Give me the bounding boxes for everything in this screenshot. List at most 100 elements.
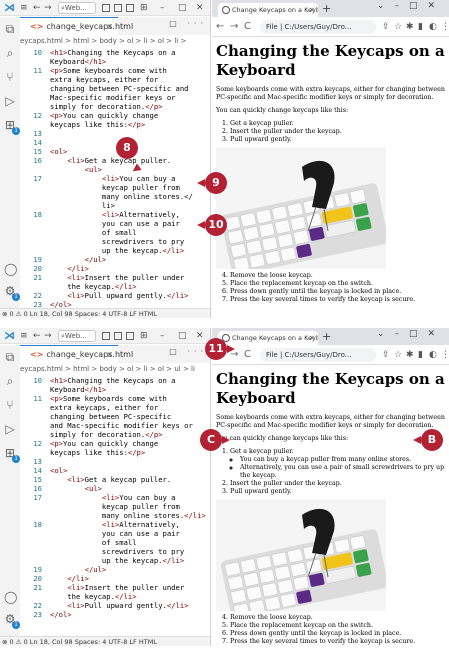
code-line[interactable]: 16 <ul> xyxy=(20,484,210,493)
search-icon[interactable]: ⌕ xyxy=(4,375,16,387)
browser-tab[interactable]: Change Keycaps on a Keyboard× xyxy=(218,3,318,17)
share-icon[interactable]: ⇪ xyxy=(382,20,390,34)
code-line[interactable]: 15 <li>Get a keycap puller. xyxy=(20,475,210,484)
new-tab-icon[interactable]: + xyxy=(322,2,331,15)
forward-icon[interactable]: → xyxy=(230,20,238,34)
account-icon[interactable]: ◯ xyxy=(4,263,17,275)
sidebar-icon[interactable]: ▮ xyxy=(418,348,423,362)
profile-icon[interactable]: ◐ xyxy=(429,348,437,362)
code-line[interactable]: you can use a pair xyxy=(20,529,210,538)
breadcrumb[interactable]: eycaps.html > html > body > ol > li > ol… xyxy=(20,36,210,47)
code-line[interactable]: changing between PC-specific xyxy=(20,412,210,421)
code-line[interactable]: many online stores.</ xyxy=(20,192,210,201)
code-line[interactable]: keycap puller from xyxy=(20,183,210,192)
code-line[interactable]: 21 <li>Insert the puller under xyxy=(20,583,210,592)
close-tab-icon[interactable]: × xyxy=(106,18,113,35)
code-line[interactable]: 16 <li>Get a keycap puller. xyxy=(20,156,210,165)
browser-tab[interactable]: Change Keycaps on a Keyboard× xyxy=(218,331,318,345)
code-line[interactable]: 13 xyxy=(20,129,210,138)
code-line[interactable]: li> xyxy=(20,201,210,210)
profile-icon[interactable]: ◐ xyxy=(429,20,437,34)
code-editor[interactable]: 10 <h1>Changing the Keycaps on a Keyboard<… xyxy=(20,376,210,636)
code-line[interactable]: 23 </ol> xyxy=(20,610,210,619)
code-line[interactable]: up the keycap.</li> xyxy=(20,246,210,255)
editor-actions[interactable]: □ ··· xyxy=(169,19,207,28)
code-line[interactable]: 19 </ul> xyxy=(20,565,210,574)
code-line[interactable]: 14 <ol> xyxy=(20,466,210,475)
bookmark-star-icon[interactable]: ☆ xyxy=(394,348,402,362)
back-icon[interactable]: ← xyxy=(216,20,224,34)
menu-icon[interactable]: ≡ xyxy=(20,2,28,14)
code-line[interactable]: keycap puller from xyxy=(20,502,210,511)
maximize-icon[interactable]: □ xyxy=(178,2,187,14)
code-line[interactable]: 11 <p>Some keyboards come with xyxy=(20,394,210,403)
account-icon[interactable]: ◯ xyxy=(4,591,17,603)
back-arrow-icon[interactable]: ← xyxy=(33,2,41,14)
code-line[interactable]: Mac-specific modifier keys or xyxy=(20,93,210,102)
code-line[interactable]: you can use a pair xyxy=(20,219,210,228)
layout-toggle-icon[interactable] xyxy=(102,332,110,340)
code-line[interactable]: 18 <li>Alternatively, xyxy=(20,210,210,219)
code-line[interactable]: 12 <p>You can quickly change xyxy=(20,439,210,448)
maximize-icon[interactable]: □ xyxy=(178,330,187,342)
forward-arrow-icon[interactable]: → xyxy=(44,330,52,342)
code-line[interactable]: 10 <h1>Changing the Keycaps on a xyxy=(20,376,210,385)
source-control-icon[interactable]: ⑂ xyxy=(4,71,16,83)
editor-tab[interactable]: <> change_keycaps.html × xyxy=(20,345,133,363)
minimize-icon[interactable]: – xyxy=(160,330,165,342)
code-line[interactable]: 10 <h1>Changing the Keycaps on a xyxy=(20,48,210,57)
code-line[interactable]: many online stores.</li> xyxy=(20,511,210,520)
address-bar[interactable]: File | C:/Users/Guy/Dro... xyxy=(260,20,376,34)
code-line[interactable]: 20 </li> xyxy=(20,574,210,583)
minimize-icon[interactable]: – xyxy=(160,2,165,14)
panel-toggle-icon[interactable] xyxy=(114,4,122,12)
code-line[interactable]: 17 <li>You can buy a xyxy=(20,174,210,183)
forward-arrow-icon[interactable]: → xyxy=(44,2,52,14)
code-line[interactable]: screwdrivers to pry xyxy=(20,547,210,556)
code-line[interactable]: of small xyxy=(20,228,210,237)
code-line[interactable]: Keyboard</h1> xyxy=(20,385,210,394)
sidebar-toggle-icon[interactable] xyxy=(126,332,134,340)
code-line[interactable]: 11 <p>Some keyboards come with xyxy=(20,66,210,75)
code-line[interactable]: extra keycaps, either for xyxy=(20,403,210,412)
browser-menu-icon[interactable]: ⋮ xyxy=(441,348,449,362)
editor-actions[interactable]: □ ··· xyxy=(169,347,207,356)
window-controls[interactable]: ⌄–□✕ xyxy=(377,329,445,339)
code-line[interactable]: Keyboard</h1> xyxy=(20,57,210,66)
close-tab-icon[interactable]: × xyxy=(106,346,113,363)
window-controls[interactable]: ⌄–□✕ xyxy=(377,1,445,11)
source-control-icon[interactable]: ⑂ xyxy=(4,399,16,411)
code-line[interactable]: keycaps like this:</p> xyxy=(20,448,210,457)
code-line[interactable]: 21 <li>Insert the puller under xyxy=(20,273,210,282)
customize-layout-icon[interactable]: ⊞ xyxy=(140,330,148,342)
address-bar[interactable]: File | C:/Users/Guy/Dro... xyxy=(260,348,376,362)
browser-menu-icon[interactable]: ⋮ xyxy=(441,20,449,34)
command-search-input[interactable]: ⌕Web... xyxy=(58,2,96,14)
code-line[interactable]: 17 <li>You can buy a xyxy=(20,493,210,502)
sidebar-toggle-icon[interactable] xyxy=(126,4,134,12)
code-line[interactable]: the keycap.</li> xyxy=(20,282,210,291)
reload-icon[interactable]: C xyxy=(244,348,251,362)
code-line[interactable]: 18 <li>Alternatively, xyxy=(20,520,210,529)
code-line[interactable]: keycaps like this:</p> xyxy=(20,120,210,129)
command-search-input[interactable]: ⌕Web... xyxy=(58,330,96,342)
extensions-puzzle-icon[interactable]: ✱ xyxy=(406,20,414,34)
code-line[interactable]: extra keycaps, either for xyxy=(20,75,210,84)
code-editor[interactable]: 10 <h1>Changing the Keycaps on a Keyboard<… xyxy=(20,48,210,309)
share-icon[interactable]: ⇪ xyxy=(382,348,390,362)
code-line[interactable]: 13 xyxy=(20,457,210,466)
bookmark-star-icon[interactable]: ☆ xyxy=(394,20,402,34)
panel-toggle-icon[interactable] xyxy=(114,332,122,340)
sidebar-icon[interactable]: ▮ xyxy=(418,20,423,34)
run-debug-icon[interactable]: ▷ xyxy=(4,95,16,107)
explorer-icon[interactable]: ⧉ xyxy=(4,351,16,363)
code-line[interactable]: 20 </li> xyxy=(20,264,210,273)
close-tab-icon[interactable]: × xyxy=(309,331,315,345)
code-line[interactable]: screwdrivers to pry xyxy=(20,237,210,246)
code-line[interactable]: 22 <li>Pull upward gently.</li> xyxy=(20,601,210,610)
code-line[interactable]: <ul> xyxy=(20,165,210,174)
back-arrow-icon[interactable]: ← xyxy=(33,330,41,342)
code-line[interactable]: the keycap.</li> xyxy=(20,592,210,601)
breadcrumb[interactable]: eycaps.html > html > body > ol > li > ol… xyxy=(20,364,210,375)
close-tab-icon[interactable]: × xyxy=(309,3,315,17)
